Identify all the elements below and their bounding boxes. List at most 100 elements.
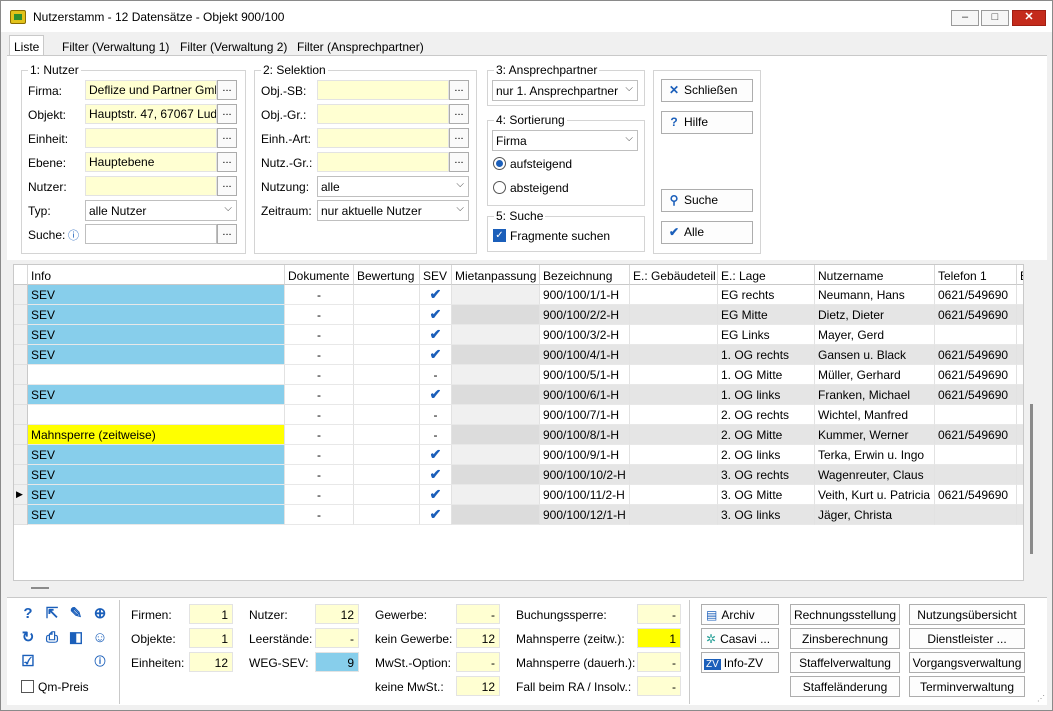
- cell-bew[interactable]: [354, 345, 420, 365]
- nutzgr-browse-button[interactable]: ...: [449, 152, 469, 172]
- cell-bez[interactable]: 900/100/8/1-H: [540, 425, 630, 445]
- nutzungsuebersicht-button[interactable]: Nutzungsübersicht: [909, 604, 1025, 625]
- absteigend-radio[interactable]: [493, 181, 506, 194]
- cell-name[interactable]: Terka, Erwin u. Ingo: [815, 445, 935, 465]
- cell-info[interactable]: SEV: [28, 445, 285, 465]
- col-header-gebaeudeteil[interactable]: E.: Gebäudeteil: [630, 265, 718, 285]
- objekt-browse-button[interactable]: ...: [217, 104, 237, 124]
- tab-filter-verwaltung-1[interactable]: Filter (Verwaltung 1): [57, 35, 174, 55]
- cell-bez[interactable]: 900/100/1/1-H: [540, 285, 630, 305]
- info-icon[interactable]: ⓘ: [68, 227, 79, 243]
- nutzer-field[interactable]: [85, 176, 217, 196]
- cell-tel[interactable]: [935, 505, 1017, 525]
- row-selector[interactable]: ▶: [14, 485, 28, 505]
- tab-filter-verwaltung-2[interactable]: Filter (Verwaltung 2): [175, 35, 292, 55]
- cell-sev[interactable]: -: [420, 365, 452, 385]
- objgr-field[interactable]: [317, 104, 449, 124]
- cursor-icon[interactable]: ⇱: [43, 605, 61, 623]
- cell-more[interactable]: [1017, 385, 1023, 405]
- cell-name[interactable]: Mayer, Gerd: [815, 325, 935, 345]
- dienstleister-button[interactable]: Dienstleister ...: [909, 628, 1025, 649]
- cell-name[interactable]: Wagenreuter, Claus: [815, 465, 935, 485]
- cell-tel[interactable]: [935, 325, 1017, 345]
- objsb-field[interactable]: [317, 80, 449, 100]
- cell-dok[interactable]: -: [285, 505, 354, 525]
- vorgangsverwaltung-button[interactable]: Vorgangsverwaltung: [909, 652, 1025, 673]
- vertical-scroll-thumb[interactable]: [1030, 404, 1033, 554]
- cell-name[interactable]: Jäger, Christa: [815, 505, 935, 525]
- col-header-info[interactable]: Info: [28, 265, 285, 285]
- cell-more[interactable]: [1017, 365, 1023, 385]
- staffelaenderung-button[interactable]: Staffeländerung: [790, 676, 900, 697]
- cell-name[interactable]: Wichtel, Manfred: [815, 405, 935, 425]
- cell-dok[interactable]: -: [285, 405, 354, 425]
- cell-lage[interactable]: 2. OG rechts: [718, 405, 815, 425]
- cell-name[interactable]: Kummer, Werner: [815, 425, 935, 445]
- cell-geb[interactable]: [630, 305, 718, 325]
- col-header-nutzername[interactable]: Nutzername: [815, 265, 935, 285]
- cell-sev[interactable]: ✔: [420, 385, 452, 405]
- office-icon[interactable]: ◧: [67, 629, 85, 647]
- cell-bez[interactable]: 900/100/5/1-H: [540, 365, 630, 385]
- cell-geb[interactable]: [630, 505, 718, 525]
- info-icon[interactable]: ⓘ: [91, 653, 109, 671]
- add-icon[interactable]: ⊕: [91, 605, 109, 623]
- cell-bew[interactable]: [354, 305, 420, 325]
- einheit-browse-button[interactable]: ...: [217, 128, 237, 148]
- cell-more[interactable]: [1017, 305, 1023, 325]
- cell-more[interactable]: [1017, 345, 1023, 365]
- cell-dok[interactable]: -: [285, 365, 354, 385]
- print-icon[interactable]: ⎙: [43, 629, 61, 647]
- cell-info[interactable]: [28, 405, 285, 425]
- typ-select[interactable]: alle Nutzer ⌵: [85, 200, 237, 221]
- cell-info[interactable]: SEV: [28, 285, 285, 305]
- cell-geb[interactable]: [630, 405, 718, 425]
- cell-lage[interactable]: 1. OG rechts: [718, 345, 815, 365]
- table-row[interactable]: SEV - ✔ 900/100/3/2-H EG Links Mayer, Gerd: [14, 325, 1023, 345]
- cell-name[interactable]: Neumann, Hans: [815, 285, 935, 305]
- cell-miet[interactable]: [452, 325, 540, 345]
- cell-info[interactable]: Mahnsperre (zeitweise): [28, 425, 285, 445]
- schliessen-button[interactable]: ✕ Schließen: [661, 79, 753, 102]
- cell-sev[interactable]: -: [420, 425, 452, 445]
- table-row[interactable]: Mahnsperre (zeitweise) - -900/100/8/1-H 2. …: [14, 425, 1023, 445]
- cell-more[interactable]: [1017, 425, 1023, 445]
- cell-bez[interactable]: 900/100/12/1-H: [540, 505, 630, 525]
- table-row[interactable]: - - 900/100/7/1-H 2. OG rechts Wichtel, Manf…: [14, 405, 1023, 425]
- terminverwaltung-button[interactable]: Terminverwaltung: [909, 676, 1025, 697]
- cell-lage[interactable]: 1. OG Mitte: [718, 365, 815, 385]
- fragmente-checkbox[interactable]: ✓: [493, 229, 506, 242]
- hilfe-button[interactable]: ? Hilfe: [661, 111, 753, 134]
- cell-bew[interactable]: [354, 445, 420, 465]
- cell-geb[interactable]: [630, 485, 718, 505]
- cell-lage[interactable]: 3. OG Mitte: [718, 485, 815, 505]
- tab-liste[interactable]: Liste: [9, 35, 45, 57]
- cell-sev[interactable]: ✔: [420, 465, 452, 485]
- cell-info[interactable]: SEV: [28, 385, 285, 405]
- staffelverwaltung-button[interactable]: Staffelverwaltung: [790, 652, 900, 673]
- cell-geb[interactable]: [630, 365, 718, 385]
- edit-icon[interactable]: ✎: [67, 605, 85, 623]
- checkbox-icon[interactable]: ☑: [19, 653, 37, 671]
- col-header-lage[interactable]: E.: Lage: [718, 265, 815, 285]
- cell-tel[interactable]: [935, 405, 1017, 425]
- table-row[interactable]: SEV - ✔ 900/100/6/1-H 1. OG links Franken, Mi…: [14, 385, 1023, 405]
- col-header-sev[interactable]: SEV: [420, 265, 452, 285]
- cell-bez[interactable]: 900/100/9/1-H: [540, 445, 630, 465]
- cell-dok[interactable]: -: [285, 445, 354, 465]
- cell-bew[interactable]: [354, 325, 420, 345]
- row-selector[interactable]: [14, 345, 28, 365]
- col-header-more[interactable]: E: [1017, 265, 1023, 285]
- cell-dok[interactable]: -: [285, 465, 354, 485]
- cell-sev[interactable]: ✔: [420, 445, 452, 465]
- einheit-field[interactable]: [85, 128, 217, 148]
- row-selector[interactable]: [14, 445, 28, 465]
- table-row[interactable]: ▶ SEV - ✔ 900/100/11/2-H 3. OG Mitte Veith, Ku…: [14, 485, 1023, 505]
- cell-miet[interactable]: [452, 465, 540, 485]
- col-header-dokumente[interactable]: Dokumente: [285, 265, 354, 285]
- cell-bez[interactable]: 900/100/7/1-H: [540, 405, 630, 425]
- user-icon[interactable]: ☺: [91, 629, 109, 647]
- table-row[interactable]: SEV - ✔ 900/100/2/2-H EG Mitte Dietz, Dieter 0…: [14, 305, 1023, 325]
- cell-tel[interactable]: 0621/549690: [935, 285, 1017, 305]
- cell-miet[interactable]: [452, 365, 540, 385]
